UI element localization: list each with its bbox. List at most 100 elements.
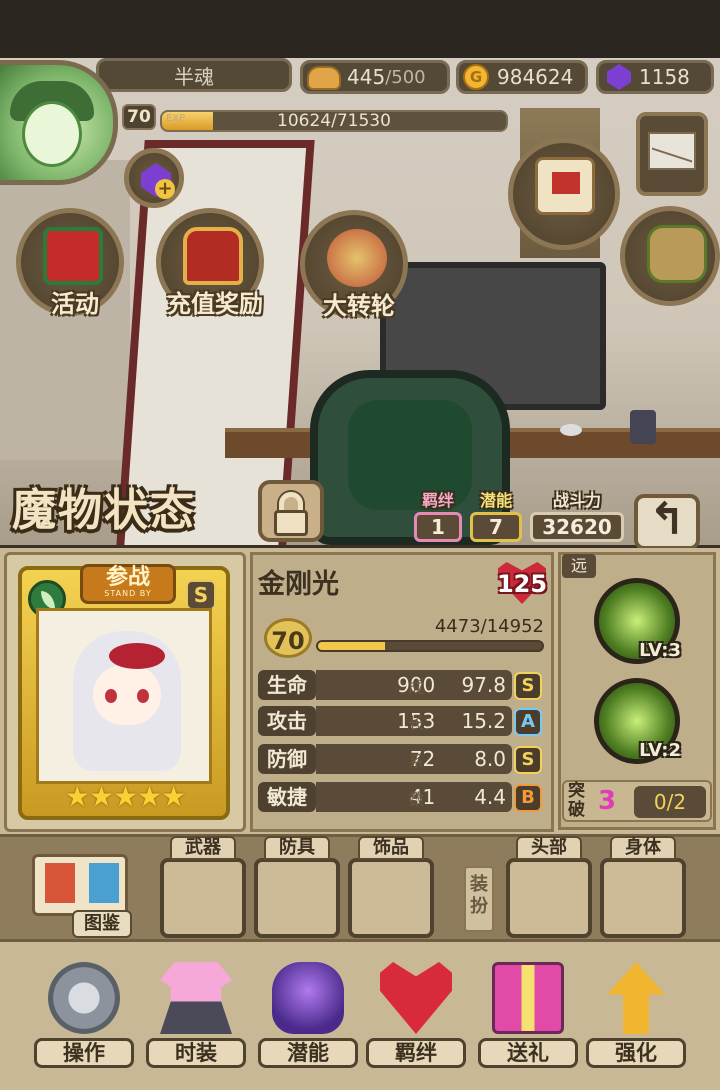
- slot-label: 头部: [516, 836, 582, 860]
- slot-box: [600, 858, 686, 938]
- power-label: 战斗力: [552, 491, 601, 510]
- activity-label: 活动: [51, 290, 99, 318]
- slot-label: 武器: [170, 836, 236, 860]
- portrait-cap: [109, 643, 165, 669]
- monster-xp-text: 4473/14952: [434, 616, 544, 637]
- skill-1-button[interactable]: LV:3: [594, 578, 681, 664]
- gift-button[interactable]: 送礼: [478, 962, 578, 1072]
- quest-scroll-button[interactable]: [508, 138, 620, 250]
- slot-box: [348, 858, 434, 938]
- dress-up-label: 装扮: [464, 866, 494, 932]
- rank-badge: S: [186, 580, 216, 610]
- stat-name: 敏捷: [258, 782, 316, 812]
- stamina-counter[interactable]: 445/500: [300, 60, 450, 94]
- avatar-face: [22, 101, 82, 167]
- growth-label: 长: [407, 714, 424, 733]
- accessory-slot[interactable]: 饰品: [348, 836, 434, 940]
- weapon-slot[interactable]: 武器: [160, 836, 246, 940]
- codex-button[interactable]: 图鉴: [26, 852, 134, 940]
- monster-xp-bar: [316, 640, 544, 652]
- wheel-icon: [327, 229, 387, 287]
- plus-icon: +: [155, 179, 175, 199]
- stat-name: 防御: [258, 744, 316, 774]
- stat-growth: 8.0: [436, 744, 512, 774]
- skill-level: LV:3: [639, 640, 681, 661]
- stat-row-hp: 9005 生命 成 97.8 S: [258, 670, 550, 704]
- envelope-icon: [648, 132, 696, 170]
- back-button[interactable]: ↰: [634, 494, 700, 550]
- power-stat: 战斗力 32620: [530, 492, 624, 542]
- stat-grade: S: [514, 672, 542, 700]
- star-rating: ★★★★★: [64, 780, 187, 813]
- player-level: 70: [122, 104, 156, 130]
- bond-button[interactable]: 羁绊: [366, 962, 466, 1072]
- coin-icon: G: [463, 64, 489, 90]
- potential-value: 7: [470, 512, 522, 542]
- backpack-icon: [647, 225, 707, 283]
- portrait-eye: [105, 689, 117, 703]
- lock-body: [274, 510, 308, 536]
- wheel-button[interactable]: 大转轮: [300, 210, 408, 320]
- stat-growth: 97.8: [436, 670, 512, 700]
- outfit-icon: [160, 962, 232, 1034]
- stat-grade: A: [514, 708, 542, 736]
- stat-value: 723: [316, 744, 454, 774]
- range-tag: 远: [562, 554, 596, 578]
- breakthrough[interactable]: 突破 3 0/2: [562, 780, 712, 822]
- portrait-face: [93, 665, 161, 725]
- recharge-label: 充值奖励: [167, 290, 263, 318]
- operate-button[interactable]: 操作: [34, 962, 134, 1072]
- backpack-button[interactable]: [620, 206, 720, 306]
- armor-slot[interactable]: 防具: [254, 836, 340, 940]
- potential-stat: 潜能 7: [470, 492, 522, 542]
- player-avatar[interactable]: [0, 60, 118, 185]
- gift-box-icon: [43, 227, 103, 285]
- stamina-max: /500: [385, 66, 426, 88]
- bond-label: 羁绊: [366, 1038, 466, 1068]
- standby-tag: 参战 STAND BY: [80, 564, 176, 604]
- slot-box: [254, 858, 340, 938]
- gem-counter[interactable]: 1158: [596, 60, 714, 94]
- top-band: [0, 0, 720, 58]
- slot-label: 饰品: [358, 836, 424, 860]
- book-icon: [32, 854, 128, 916]
- gem-icon: [607, 64, 631, 90]
- codex-label: 图鉴: [72, 910, 132, 938]
- stat-value: 9005: [316, 670, 454, 700]
- potential-button[interactable]: 潜能: [258, 962, 358, 1072]
- scroll-icon: [535, 157, 595, 215]
- mail-button[interactable]: [636, 112, 708, 196]
- body-slot[interactable]: 身体: [600, 836, 686, 940]
- monster-xp-fill: [318, 642, 385, 650]
- fashion-button[interactable]: 时装: [146, 962, 246, 1072]
- page-title: 魔物状态: [12, 485, 196, 536]
- head-slot[interactable]: 头部: [506, 836, 592, 940]
- breakthrough-label: 突破: [568, 781, 585, 820]
- gift-label: 送礼: [478, 1038, 578, 1068]
- monster-card[interactable]: 参战 STAND BY S ★★★★★: [18, 564, 230, 820]
- growth-label: 系: [407, 752, 424, 771]
- mouse: [560, 424, 582, 436]
- upgrade-button[interactable]: 强化: [586, 962, 686, 1072]
- stat-growth: 15.2: [436, 706, 512, 736]
- bond-value: 1: [414, 512, 462, 542]
- stat-row-agility: 416 敏捷 数 4.4 B: [258, 782, 550, 816]
- standby-cn: 参战: [105, 565, 150, 590]
- player-name: 半魂: [96, 58, 292, 92]
- potential-label: 潜能: [479, 491, 512, 510]
- heart-value: 125: [496, 570, 548, 598]
- recharge-reward-button[interactable]: 充值奖励: [156, 208, 264, 318]
- lock-button[interactable]: [258, 480, 324, 542]
- portrait-eye: [137, 689, 149, 703]
- skill-2-button[interactable]: LV:2: [594, 678, 681, 764]
- breakthrough-progress: 0/2: [634, 786, 706, 818]
- gold-counter[interactable]: G 984624: [456, 60, 588, 94]
- buy-gems-button[interactable]: +: [124, 148, 184, 208]
- heart-icon: [380, 962, 452, 1034]
- standby-en: STAND BY: [104, 589, 152, 598]
- gold-value: 984624: [497, 65, 574, 89]
- cup: [630, 410, 656, 444]
- bread-icon: [307, 66, 341, 90]
- growth-label: 数: [407, 790, 424, 809]
- activity-button[interactable]: 活动: [16, 208, 124, 318]
